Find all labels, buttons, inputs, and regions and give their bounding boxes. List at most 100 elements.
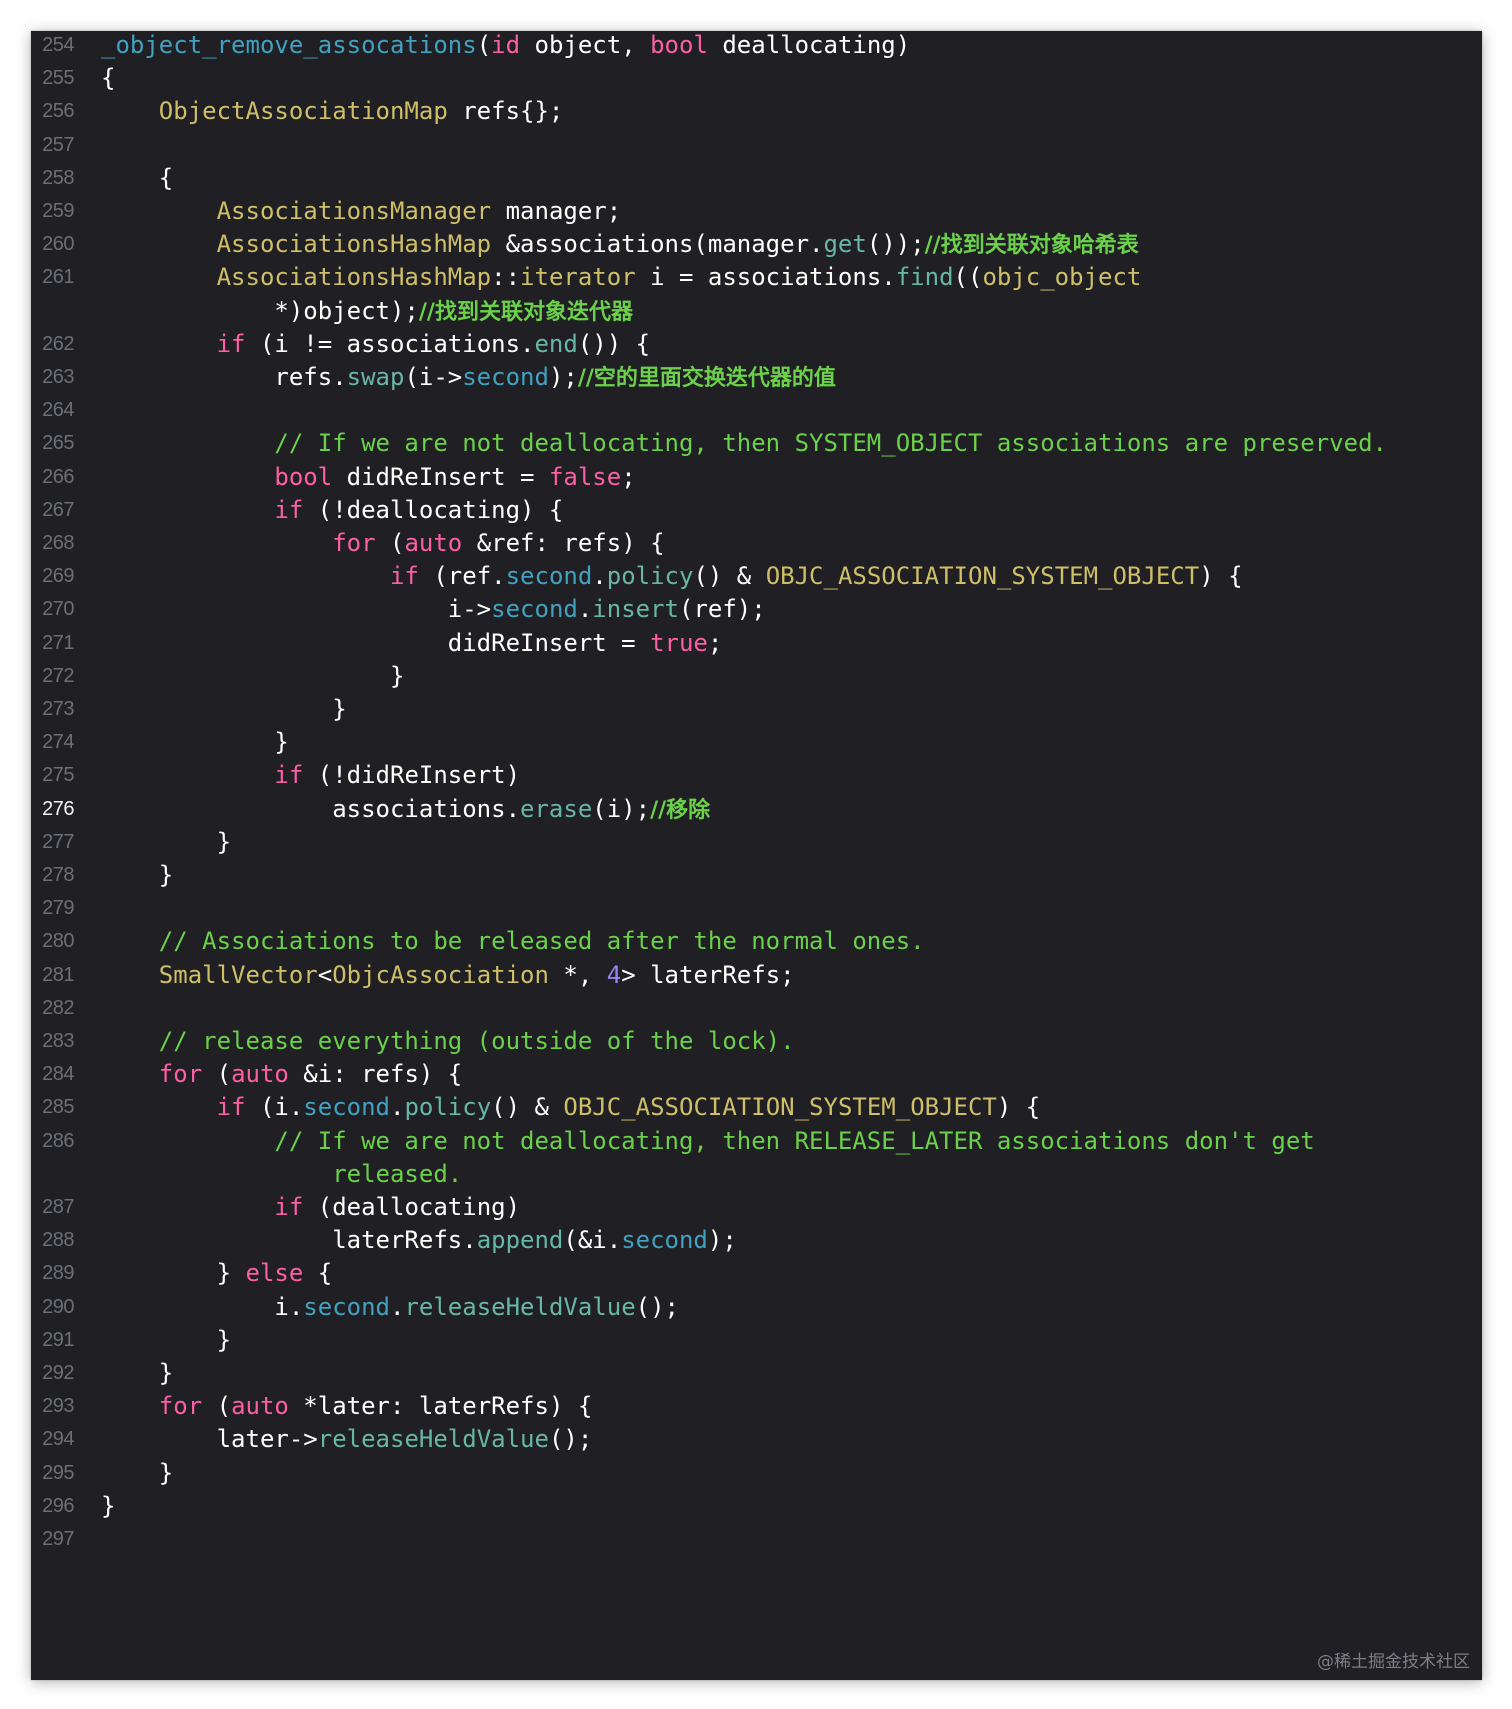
code-token: second (621, 1226, 708, 1255)
code-token: manager; (491, 197, 622, 225)
code-text: if (i != associations.end()) { (101, 328, 651, 361)
code-token: _object_remove_assocations (101, 31, 477, 59)
code-token: (&i. (563, 1226, 622, 1255)
code-token: (i != associations. (245, 329, 535, 358)
code-token: SmallVector (158, 960, 318, 989)
code-token: second (462, 363, 549, 391)
code-token: i. (101, 1292, 304, 1321)
code-token: later-> (101, 1425, 318, 1454)
code-token: } (101, 1491, 116, 1520)
code-text: SmallVector<ObjcAssociation *, 4> laterR… (101, 959, 795, 992)
code-text: if (i.second.policy() & OBJC_ASSOCIATION… (101, 1091, 1041, 1124)
code-token: bool (650, 31, 708, 59)
code-token: OBJC_ASSOCIATION_SYSTEM_OBJECT (563, 1093, 997, 1122)
line-number: 263 (42, 366, 74, 388)
code-text: if (!deallocating) { (101, 494, 563, 527)
code-token: refs{}; (447, 97, 564, 126)
code-token: (!deallocating) { (303, 495, 564, 524)
code-token: if (274, 495, 304, 524)
code-text: laterRefs.append(&i.second); (101, 1224, 737, 1257)
code-token: :: (491, 263, 521, 292)
code-token: swap (346, 363, 405, 391)
code-text: *)object);//找到关联对象迭代器 (101, 295, 633, 329)
code-token: released. (332, 1159, 463, 1188)
code-token: { (101, 163, 174, 192)
code-token: } (101, 695, 347, 723)
line-number: 259 (42, 200, 74, 222)
code-text: } (101, 660, 404, 693)
code-text: } else { (101, 1257, 333, 1290)
line-number: 267 (42, 498, 74, 521)
code-token: 4 (606, 960, 622, 989)
line-number: 256 (42, 100, 74, 123)
code-token: *)object); (101, 296, 419, 325)
code-text: refs.swap(i->second);//空的里面交换迭代器的值 (101, 361, 836, 395)
line-number: 273 (42, 698, 74, 720)
code-token: find (895, 263, 954, 292)
code-token: didReInsert = (101, 628, 651, 657)
code-token: for (158, 1392, 203, 1421)
code-token: didReInsert = (332, 462, 549, 491)
code-token: } (101, 661, 405, 690)
code-token: { (101, 64, 116, 93)
code-text: } (101, 1490, 115, 1523)
code-token: policy (606, 562, 694, 591)
line-number: 286 (42, 1129, 74, 1152)
code-token: refs. (101, 363, 347, 391)
line-number: 270 (42, 598, 74, 621)
code-token: policy (404, 1093, 492, 1122)
code-text: bool didReInsert = false; (101, 461, 635, 494)
line-number: 292 (42, 1362, 74, 1384)
code-token: () & (491, 1093, 564, 1122)
code-text: } (101, 826, 231, 859)
code-token: deallocating) (707, 31, 911, 59)
line-number: 279 (42, 897, 74, 920)
code-token: true (650, 628, 708, 657)
code-token: . (390, 1292, 405, 1321)
code-token: ( (476, 31, 492, 59)
code-token: () & (693, 562, 766, 591)
code-token: . (592, 562, 607, 591)
code-token: ( (202, 1060, 232, 1089)
code-text: } (101, 726, 289, 759)
code-text: } (101, 693, 347, 726)
code-token: (deallocating) (303, 1193, 521, 1221)
line-number: 262 (42, 332, 74, 355)
line-number: 255 (42, 67, 74, 90)
code-token: erase (520, 794, 593, 823)
code-token: } (101, 1259, 246, 1288)
code-text: associations.erase(i);//移除 (101, 793, 710, 827)
code-text: if (deallocating) (101, 1191, 520, 1224)
code-token: // If we are not deallocating, then RELE… (274, 1126, 1315, 1155)
line-number: 269 (42, 565, 74, 588)
code-token: //找到关联对象哈希表 (924, 233, 1139, 259)
code-token: (!didReInsert) (303, 761, 521, 790)
code-text: _object_remove_assocations(id object, bo… (101, 31, 910, 62)
code-token: second (491, 595, 578, 624)
code-token: ObjectAssociationMap (158, 97, 448, 126)
code-token: AssociationsHashMap (216, 263, 492, 292)
code-text: { (101, 62, 115, 95)
line-number: 280 (42, 930, 74, 953)
code-token: ()) { (577, 329, 651, 358)
code-token: (); (548, 1425, 593, 1454)
code-token: (i); (592, 794, 651, 823)
line-number: 257 (42, 133, 74, 156)
code-token: i = associations. (635, 263, 896, 292)
code-text: } (101, 859, 173, 892)
code-token: AssociationsHashMap (216, 230, 492, 259)
code-token: OBJC_ASSOCIATION_SYSTEM_OBJECT (765, 562, 1200, 591)
line-number: 296 (42, 1494, 74, 1517)
code-token: } (101, 728, 289, 757)
code-editor[interactable]: 254 _object_remove_assocations(id object,… (31, 31, 1482, 1680)
code-token: if (389, 562, 419, 591)
code-token: &associations(manager. (491, 230, 824, 259)
